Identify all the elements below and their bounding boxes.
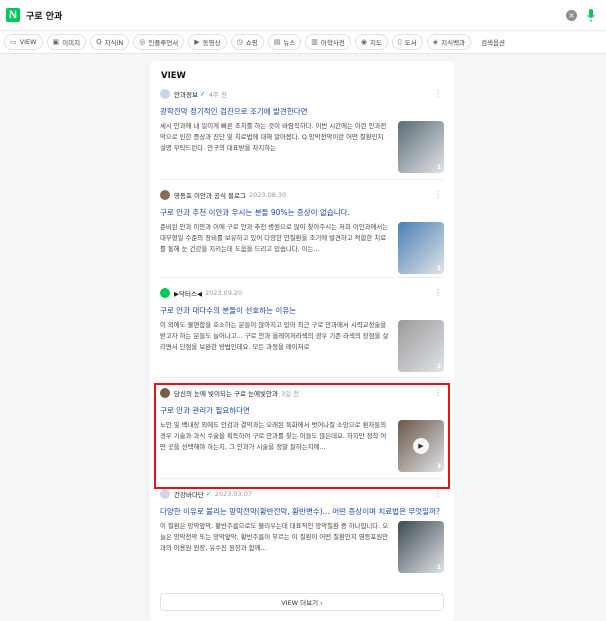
result-item: 안과정보 ✓ 4주 전 ⋮ 광학전막 정기적인 검진으로 조기에 발견한다면 세시 안과에… — [160, 88, 444, 175]
result-title[interactable]: 다양한 이유로 불리는 망막전막(황반전막, 황반변수)... 어떤 증상이며 … — [160, 506, 444, 517]
author-name[interactable]: 영등포 이안과 공식 블로그 — [174, 190, 246, 200]
avatar[interactable] — [160, 489, 170, 499]
result-snippet[interactable]: 이 외에도 불편함을 호소하는 분들이 많아지고 있어 최근 구로 안과에서 시… — [160, 320, 398, 374]
tab-label: 이미지 — [62, 39, 81, 47]
tab-11[interactable]: 검색옵션 — [475, 34, 511, 50]
search-input[interactable]: 구로 안과 — [26, 9, 566, 22]
tab-label: VIEW — [19, 38, 37, 46]
more-options-icon[interactable]: ⋮ — [434, 489, 442, 498]
tab-5[interactable]: ◷ 쇼핑 — [230, 34, 264, 50]
result-item: 건강바다단 ✓ 2023.03.07 ⋮ 다양한 이유로 불리는 망막전막(황반전막, … — [160, 488, 444, 575]
tab-label: 어학사전 — [320, 39, 345, 47]
tab-0[interactable]: ▭ VIEW — [4, 34, 43, 50]
tab-2[interactable]: Q 지식iN — [90, 34, 130, 50]
dictionary-icon: ▥ — [311, 38, 318, 46]
encyclopedia-icon: ◈ — [432, 38, 439, 46]
shopping-icon: ◷ — [236, 38, 243, 46]
divider — [160, 277, 444, 278]
tab-label: 지도 — [369, 39, 382, 47]
influencer-icon: ◎ — [139, 38, 146, 46]
result-meta: 건강바다단 ✓ 2023.03.07 — [160, 488, 444, 500]
tab-label: 도서 — [404, 39, 417, 47]
more-options-icon[interactable]: ⋮ — [434, 89, 442, 98]
result-title[interactable]: 광학전막 정기적인 검진으로 조기에 발견한다면 — [160, 106, 444, 117]
result-title[interactable]: 구로 안과 추천 이안과 우시는 분들 90%는 증상이 없습니다. — [160, 207, 444, 218]
search-bar: N 구로 안과 × — [0, 0, 606, 30]
section-title: VIEW — [161, 71, 186, 81]
verified-icon: ✓ — [205, 490, 212, 498]
naver-logo[interactable]: N — [6, 8, 20, 22]
highlight-box — [154, 383, 450, 489]
avatar[interactable] — [160, 288, 170, 298]
verified-icon: ✓ — [199, 90, 206, 98]
image-count: 3 — [436, 363, 441, 370]
clear-icon[interactable]: × — [566, 9, 577, 21]
result-snippet[interactable]: 이 질환은 망막앞막, 황반주름으로도 불리우는데 대표적인 망막질환 중 하나… — [160, 521, 398, 575]
tab-label: 인플루언서 — [148, 39, 179, 47]
search-tabs: ▭ VIEW ▣ 이미지 Q 지식iN ◎ 인플루언서 ▶ 동영상 ◷ 쇼핑 ▤ 뉴스 ▥ 어학사전 ◉ 지도 ▯ 도… — [0, 30, 606, 54]
video-icon: ▶ — [194, 38, 200, 46]
book-icon: ▯ — [397, 38, 402, 46]
result-thumbnail[interactable]: 1 — [398, 521, 444, 573]
more-options-icon[interactable]: ⋮ — [434, 288, 442, 297]
divider — [160, 179, 444, 180]
result-meta: 영등포 이안과 공식 블로그 2023.08.30 — [160, 189, 444, 201]
result-thumbnail[interactable]: 3 — [398, 320, 444, 372]
divider — [160, 377, 444, 378]
view-more-button[interactable]: VIEW 더보기 › — [160, 593, 444, 611]
result-meta: ▶닥터스◀ 2023.09.20 — [160, 287, 444, 299]
tab-label: 검색옵션 — [481, 39, 505, 47]
post-date: 2023.08.30 — [248, 191, 287, 199]
result-item: ▶닥터스◀ 2023.09.20 ⋮ 구로 안과 대다수의 분들이 선호하는 이유는 이… — [160, 287, 444, 374]
avatar[interactable] — [160, 190, 170, 200]
image-count: 1 — [436, 164, 441, 171]
view-icon: ▭ — [10, 38, 17, 46]
tab-6[interactable]: ▤ 뉴스 — [267, 34, 302, 50]
result-meta: 안과정보 ✓ 4주 전 — [160, 88, 444, 100]
tab-4[interactable]: ▶ 동영상 — [188, 34, 227, 50]
view-section: VIEW 안과정보 ✓ 4주 전 ⋮ 광학전막 정기적인 검진으로 조기에 발견한다면 세… — [150, 61, 454, 621]
tab-7[interactable]: ▥ 어학사전 — [305, 34, 351, 50]
result-thumbnail[interactable]: 1 — [398, 121, 444, 173]
image-icon: ▣ — [52, 38, 60, 46]
tab-10[interactable]: ◈ 지식백과 — [426, 34, 472, 50]
news-icon: ▤ — [273, 38, 281, 46]
tab-label: 지식백과 — [441, 39, 466, 47]
tab-label: 쇼핑 — [245, 39, 258, 47]
tab-1[interactable]: ▣ 이미지 — [46, 34, 87, 50]
tab-label: 지식iN — [104, 39, 124, 47]
result-snippet[interactable]: 세시 안과에 내 일이게 빠른 조치를 하는 것이 바람직하다. 이번 시간에는… — [160, 121, 398, 175]
post-date: 2023.03.07 — [214, 490, 252, 498]
tab-8[interactable]: ◉ 지도 — [354, 34, 388, 50]
tab-3[interactable]: ◎ 인플루언서 — [133, 34, 185, 50]
image-count: 3 — [436, 265, 441, 272]
post-date: 2023.09.20 — [204, 289, 243, 297]
tab-label: 동영상 — [202, 39, 221, 47]
author-name[interactable]: ▶닥터스◀ — [174, 288, 202, 298]
result-thumbnail[interactable]: 3 — [398, 222, 444, 274]
tab-9[interactable]: ▯ 도서 — [391, 34, 423, 50]
avatar[interactable] — [160, 89, 170, 99]
post-date: 4주 전 — [208, 91, 227, 99]
kin-icon: Q — [96, 38, 102, 46]
result-snippet[interactable]: 준비된 안과 이안과 이에 구로 안과 추천 병원으로 많이 찾아주시는 저희 … — [160, 222, 398, 276]
author-name[interactable]: 안과정보 — [174, 89, 198, 99]
result-item: 영등포 이안과 공식 블로그 2023.08.30 ⋮ 구로 안과 추천 이안과 우시… — [160, 189, 444, 276]
result-title[interactable]: 구로 안과 대다수의 분들이 선호하는 이유는 — [160, 305, 444, 316]
tab-label: 뉴스 — [283, 39, 296, 47]
image-count: 1 — [436, 564, 441, 571]
more-options-icon[interactable]: ⋮ — [434, 190, 442, 199]
map-icon: ◉ — [360, 38, 367, 46]
author-name[interactable]: 건강바다단 — [174, 489, 204, 499]
microphone-icon[interactable] — [586, 8, 596, 22]
